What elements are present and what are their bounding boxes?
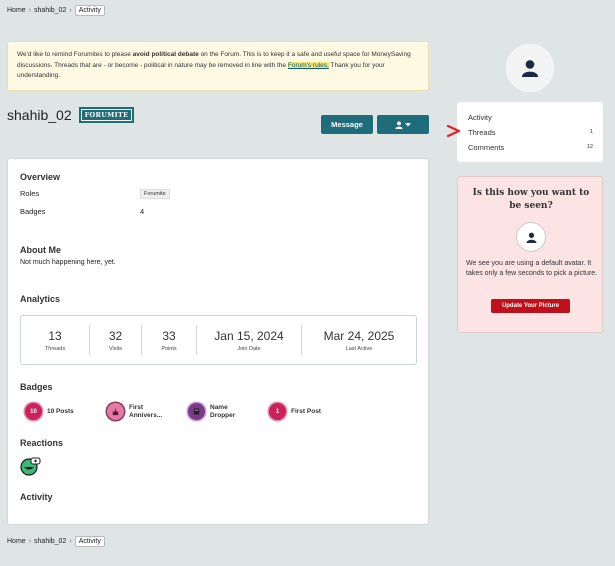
activity-heading: Activity — [20, 492, 53, 502]
stat-join-date: Jan 15, 2024 Join Date — [197, 325, 302, 355]
nav-comments[interactable]: Comments — [468, 143, 504, 152]
user-menu-button[interactable] — [377, 115, 429, 134]
breadcrumb: Home › shahib_02 › Activity — [7, 5, 105, 16]
stat-value: 13 — [48, 328, 62, 343]
forum-rules-link[interactable]: Forum's rules. — [287, 61, 329, 69]
breadcrumb-user[interactable]: shahib_02 — [34, 538, 66, 545]
badge-label-line1: First Post — [291, 407, 321, 415]
breadcrumb-separator: › — [28, 538, 32, 545]
profile-header: shahib_02 FORUMITE — [7, 107, 135, 123]
breadcrumb-current: Activity — [74, 5, 105, 16]
notice-text-pre: We'd like to remind Forumites to please — [17, 51, 133, 58]
stat-last-active: Mar 24, 2025 Last Active — [302, 325, 416, 355]
overview-heading: Overview — [20, 172, 61, 182]
default-avatar-icon — [516, 222, 546, 252]
arrow-annotation-icon — [446, 124, 461, 138]
about-me-text: Not much happening here, yet. — [20, 259, 116, 266]
badge-first-post-icon: 1 — [269, 403, 286, 420]
roles-value: Forumite — [140, 189, 170, 199]
political-debate-notice: We'd like to remind Forumites to please … — [7, 41, 429, 91]
analytics-heading: Analytics — [20, 294, 61, 304]
breadcrumb-separator: › — [28, 7, 32, 14]
roles-label: Roles — [20, 189, 40, 198]
cake-icon — [107, 403, 124, 420]
breadcrumb-current: Activity — [74, 536, 105, 547]
cta-title: Is this how you want to be seen? — [472, 188, 590, 211]
stat-label: Join Date — [237, 345, 261, 352]
stat-value: 33 — [162, 328, 176, 343]
badge-label: 10 Posts — [47, 408, 74, 416]
breadcrumb-home[interactable]: Home — [7, 7, 26, 14]
badge-10-posts[interactable]: 10 10 Posts — [25, 403, 74, 420]
username: shahib_02 — [7, 107, 72, 123]
user-icon — [521, 60, 539, 77]
badge-label-line1: 10 Posts — [47, 407, 74, 415]
badge-label-line2: Annivers... — [129, 411, 163, 419]
profile-avatar — [505, 43, 555, 93]
analytics-stats: 13 Threads 32 Visits 33 Points Jan 15, 2… — [20, 315, 417, 365]
nav-activity[interactable]: Activity — [468, 113, 492, 122]
notice-text-bold: avoid political debate — [132, 51, 199, 58]
message-button[interactable]: Message — [321, 115, 373, 134]
breadcrumb-home[interactable]: Home — [7, 538, 26, 545]
breadcrumb-separator: › — [69, 7, 72, 14]
reaction-icon[interactable] — [20, 456, 42, 478]
stat-points: 33 Points — [142, 325, 197, 355]
badge-label: First Post — [291, 408, 321, 416]
stat-label: Last Active — [345, 345, 373, 352]
badge-label: First Annivers... — [129, 404, 162, 420]
badge-label-line1: Name — [210, 403, 228, 411]
profile-nav: Activity Threads 1 Comments 12 — [457, 102, 603, 162]
badges-heading: Badges — [20, 382, 53, 392]
stat-label: Points — [161, 345, 177, 352]
stat-value: 32 — [108, 328, 123, 343]
chevron-down-icon — [405, 122, 411, 126]
badges-label: Badges — [20, 207, 46, 216]
nav-threads-count: 1 — [589, 129, 593, 135]
badge-label: Name Dropper — [210, 404, 235, 420]
stat-value: Jan 15, 2024 — [214, 328, 284, 343]
cta-text: We see you are using a default avatar. I… — [466, 260, 598, 277]
breadcrumb-separator: › — [69, 538, 72, 545]
breadcrumb-bottom: Home › shahib_02 › Activity — [7, 536, 105, 547]
about-me-heading: About Me — [20, 245, 61, 255]
reactions-heading: Reactions — [20, 438, 64, 448]
user-icon — [395, 120, 403, 129]
badge-label-line2: Dropper — [210, 411, 236, 419]
badge-first-post[interactable]: 1 First Post — [269, 403, 321, 420]
nav-comments-count: 12 — [586, 144, 593, 150]
update-picture-button[interactable]: Update Your Picture — [491, 299, 570, 313]
badge-name-dropper[interactable]: Name Dropper — [188, 403, 235, 420]
stat-threads: 13 Threads — [21, 325, 90, 355]
name-tag-icon — [188, 403, 205, 420]
badge-label-line1: First — [129, 403, 144, 411]
badges-count: 4 — [140, 207, 145, 216]
stat-label: Threads — [44, 345, 66, 352]
default-avatar-prompt: Is this how you want to be seen? We see … — [457, 176, 603, 333]
stat-visits: 32 Visits — [90, 325, 142, 355]
badge-first-anniversary[interactable]: First Annivers... — [107, 403, 162, 420]
stat-label: Visits — [108, 345, 123, 352]
role-badge: FORUMITE — [78, 107, 135, 123]
nav-threads[interactable]: Threads — [468, 128, 496, 137]
breadcrumb-user[interactable]: shahib_02 — [34, 7, 66, 14]
profile-card: Overview Roles Forumite Badges 4 About M… — [7, 158, 429, 525]
badge-10-posts-icon: 10 — [25, 403, 42, 420]
stat-value: Mar 24, 2025 — [323, 328, 395, 343]
